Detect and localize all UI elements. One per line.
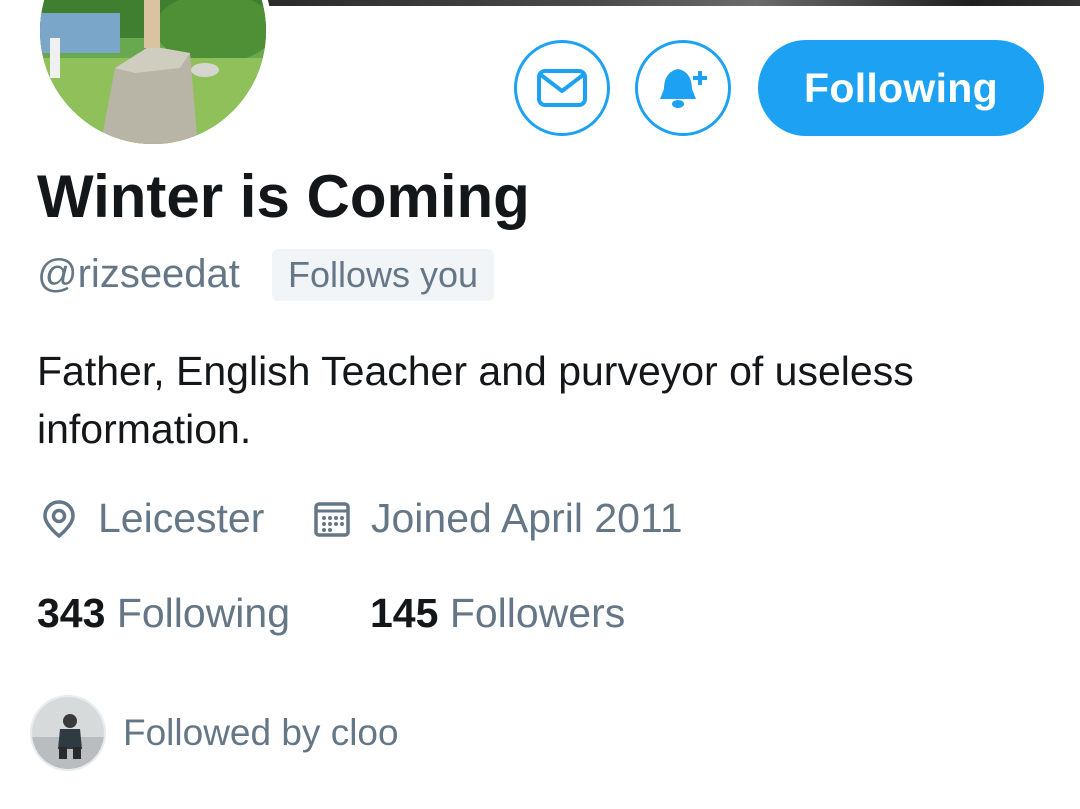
follower-avatar-photo <box>32 697 104 769</box>
profile-location: Leicester <box>40 495 264 542</box>
profile-handle[interactable]: @rizseedat <box>37 252 240 297</box>
followed-by-text: Followed by cloo <box>123 712 399 753</box>
followers-label: Followers <box>449 590 626 636</box>
profile-name: Winter is Coming <box>37 163 530 230</box>
follows-you-badge: Follows you <box>272 249 495 301</box>
joined-text: Joined April 2011 <box>371 495 683 541</box>
location-text: Leicester <box>98 495 265 541</box>
profile-bio: Father, English Teacher and purveyor of … <box>37 348 914 452</box>
following-button[interactable]: Following <box>758 40 1044 136</box>
followers-stat[interactable]: 145 Followers <box>370 590 625 637</box>
follower-avatar[interactable] <box>30 695 106 771</box>
envelope-icon <box>537 69 587 107</box>
location-pin-icon <box>43 499 75 538</box>
followers-count: 145 <box>370 590 439 636</box>
notifications-button[interactable] <box>635 40 731 136</box>
following-stat[interactable]: 343 Following <box>37 590 290 637</box>
profile-page: Following Winter is Coming @rizseedat Fo… <box>0 0 1080 809</box>
calendar-icon <box>314 501 350 537</box>
profile-joined: Joined April 2011 <box>313 495 683 542</box>
profile-avatar[interactable] <box>34 0 272 150</box>
following-label: Following <box>116 590 291 636</box>
following-count: 343 <box>37 590 106 636</box>
message-button[interactable] <box>514 40 610 136</box>
bell-plus-icon <box>660 69 707 108</box>
followed-by-row[interactable]: Followed by cloo <box>30 695 399 771</box>
avatar-photo <box>40 0 266 144</box>
